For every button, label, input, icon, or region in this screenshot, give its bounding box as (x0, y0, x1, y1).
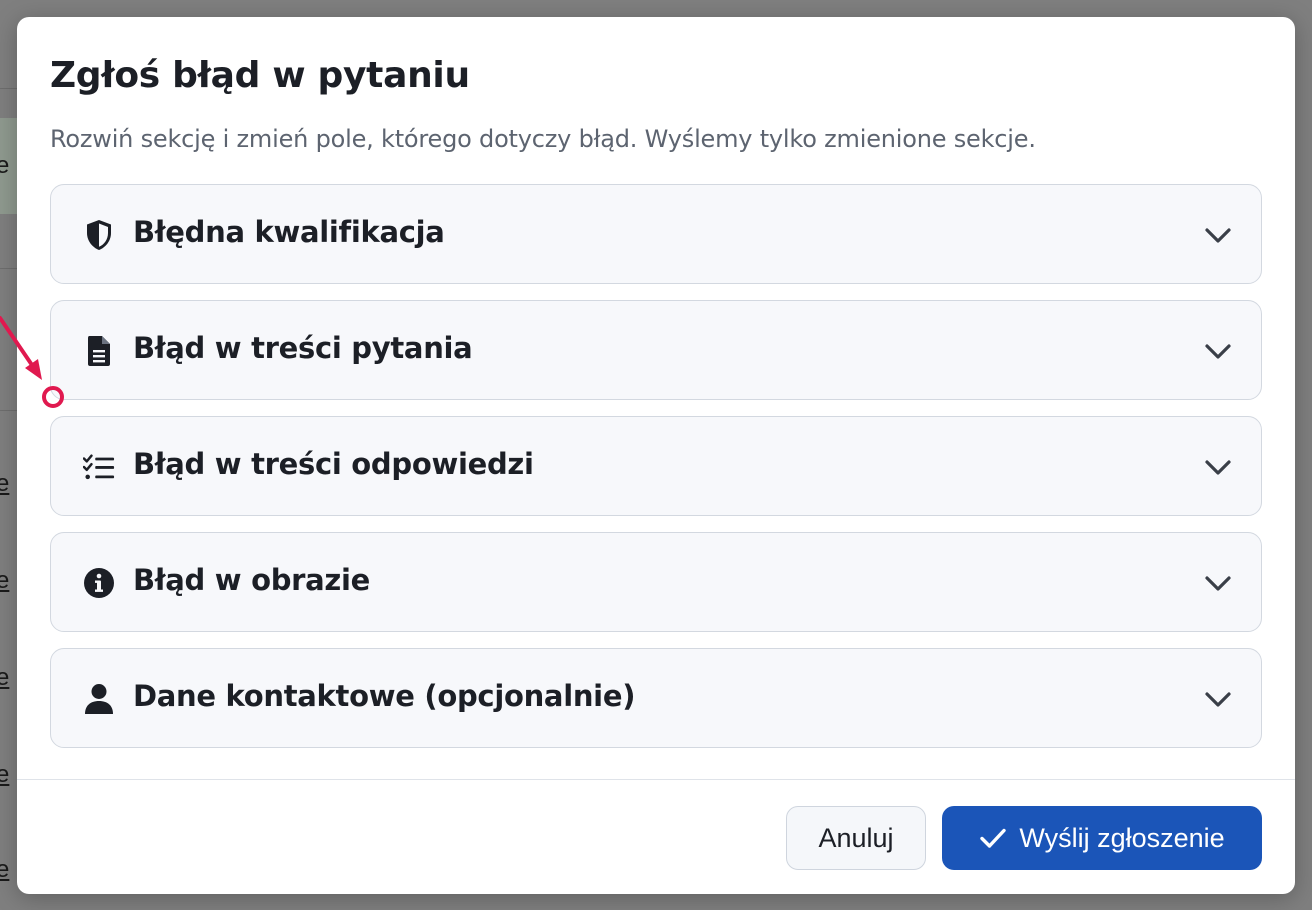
background-divider (0, 410, 17, 411)
shield-icon (83, 219, 115, 251)
section-question-content[interactable]: Błąd w treści pytania (50, 300, 1262, 400)
background-link: e (0, 856, 10, 883)
chevron-down-icon (1205, 344, 1231, 359)
submit-button-label: Wyślij zgłoszenie (1019, 822, 1225, 853)
section-qualification[interactable]: Błędna kwalifikacja (50, 184, 1262, 284)
info-icon (83, 567, 115, 599)
cancel-button[interactable]: Anuluj (786, 806, 926, 870)
background-link: e (0, 761, 10, 788)
chevron-down-icon (1205, 460, 1231, 475)
section-contact-details[interactable]: Dane kontaktowe (opcjonalnie) (50, 648, 1262, 748)
chevron-down-icon (1205, 692, 1231, 707)
background-link: e (0, 470, 10, 497)
background-divider (0, 88, 17, 89)
report-error-dialog: Zgłoś błąd w pytaniu Rozwiń sekcję i zmi… (17, 17, 1295, 894)
chevron-down-icon (1205, 228, 1231, 243)
background-link: e (0, 567, 10, 594)
dialog-subtitle: Rozwiń sekcję i zmień pole, którego doty… (50, 125, 1036, 153)
chevron-down-icon (1205, 576, 1231, 591)
section-label: Błąd w treści odpowiedzi (133, 447, 534, 481)
document-icon (83, 335, 115, 367)
cancel-button-label: Anuluj (818, 822, 894, 853)
background-text: e (0, 152, 10, 179)
footer-divider (17, 779, 1295, 780)
section-answer-content[interactable]: Błąd w treści odpowiedzi (50, 416, 1262, 516)
section-label: Błąd w obrazie (133, 563, 371, 597)
check-icon (980, 828, 1007, 848)
checklist-icon (83, 451, 115, 483)
section-label: Dane kontaktowe (opcjonalnie) (133, 679, 636, 713)
submit-report-button[interactable]: Wyślij zgłoszenie (942, 806, 1262, 870)
sections-accordion: Błędna kwalifikacja Błąd w treści pytani… (50, 184, 1262, 764)
user-icon (83, 683, 115, 715)
section-image[interactable]: Błąd w obrazie (50, 532, 1262, 632)
dialog-title: Zgłoś błąd w pytaniu (50, 55, 470, 96)
section-label: Błąd w treści pytania (133, 331, 473, 365)
section-label: Błędna kwalifikacja (133, 215, 445, 249)
background-divider (0, 268, 17, 269)
background-link: e (0, 664, 10, 691)
